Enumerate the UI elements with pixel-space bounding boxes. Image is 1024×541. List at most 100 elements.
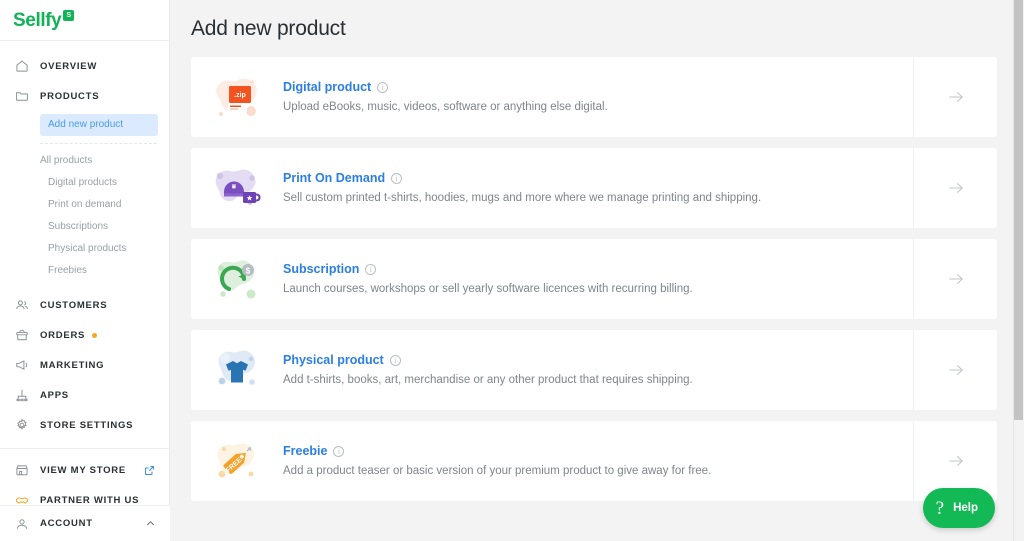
logo-badge-icon: S	[63, 9, 75, 21]
sidebar-item-account[interactable]: ACCOUNT	[0, 505, 170, 541]
card-title[interactable]: Physical product	[283, 353, 384, 367]
card-description: Launch courses, workshops or sell yearly…	[283, 283, 693, 295]
cap-and-mug-illustration	[215, 169, 261, 205]
card-body: Freebie i Add a product teaser or basic …	[283, 421, 913, 501]
sidebar-subitem-physical-products[interactable]: Physical products	[0, 238, 169, 260]
card-description: Add a product teaser or basic version of…	[283, 465, 712, 477]
card-illustration	[191, 148, 283, 228]
sidebar-nav: OVERVIEW PRODUCTS Add new product All pr…	[0, 41, 169, 515]
sidebar-subitem-freebies[interactable]: Freebies	[0, 260, 169, 282]
arrow-right-icon[interactable]	[913, 330, 997, 410]
sidebar-item-marketing[interactable]: MARKETING	[0, 350, 169, 380]
sidebar-item-apps[interactable]: APPS	[0, 380, 169, 410]
arrow-right-icon[interactable]	[913, 57, 997, 137]
recurring-payment-illustration: $	[217, 260, 256, 299]
main-content: Add new product .zip Digital product i U…	[170, 0, 1024, 541]
card-header: Digital product i	[283, 80, 913, 94]
vertical-scrollbar[interactable]	[1013, 0, 1024, 541]
scrollbar-thumb[interactable]	[1014, 0, 1023, 420]
sidebar-item-overview[interactable]: OVERVIEW	[0, 51, 169, 81]
info-icon[interactable]: i	[391, 172, 403, 184]
sidebar-item-label: PRODUCTS	[40, 90, 100, 102]
product-type-card-physical-product[interactable]: Physical product i Add t-shirts, books, …	[191, 330, 997, 410]
card-title[interactable]: Freebie	[283, 444, 327, 458]
card-illustration	[191, 330, 283, 410]
svg-text:$: $	[246, 266, 251, 275]
card-body: Digital product i Upload eBooks, music, …	[283, 57, 913, 137]
sidebar: Sellfy S OVERVIEW PRODUCTS Add new produ…	[0, 0, 170, 541]
zip-file-illustration: .zip	[216, 78, 257, 117]
orders-notification-badge	[92, 332, 98, 338]
card-title[interactable]: Digital product	[283, 80, 371, 94]
card-description: Sell custom printed t-shirts, hoodies, m…	[283, 192, 762, 204]
product-type-list: .zip Digital product i Upload eBooks, mu…	[170, 41, 1024, 501]
megaphone-icon	[13, 357, 30, 374]
question-mark-icon: ?	[935, 497, 945, 519]
card-title[interactable]: Print On Demand	[283, 171, 385, 185]
product-type-card-print-on-demand[interactable]: Print On Demand i Sell custom printed t-…	[191, 148, 997, 228]
apps-icon	[13, 387, 30, 404]
info-icon[interactable]: i	[365, 263, 377, 275]
card-description: Add t-shirts, books, art, merchandise or…	[283, 374, 693, 386]
info-icon[interactable]: i	[333, 445, 345, 457]
external-link-icon[interactable]	[144, 465, 155, 476]
card-description: Upload eBooks, music, videos, software o…	[283, 101, 608, 113]
gear-icon	[13, 417, 30, 434]
info-icon[interactable]: i	[377, 81, 389, 93]
logo-wordmark: Sellfy	[13, 9, 62, 31]
app-root: Sellfy S OVERVIEW PRODUCTS Add new produ…	[0, 0, 1024, 541]
store-icon	[13, 462, 30, 479]
svg-text:.zip: .zip	[234, 92, 246, 99]
arrow-right-icon[interactable]	[913, 239, 997, 319]
free-tag-illustration: FREE	[217, 443, 254, 478]
page-title: Add new product	[191, 17, 346, 40]
card-body: Subscription i Launch courses, workshops…	[283, 239, 913, 319]
arrow-right-icon[interactable]	[913, 148, 997, 228]
card-body: Physical product i Add t-shirts, books, …	[283, 330, 913, 410]
sidebar-item-label: ORDERS	[40, 329, 86, 341]
sidebar-divider	[0, 448, 169, 449]
folder-icon	[13, 88, 30, 105]
user-icon	[13, 515, 30, 532]
sidebar-subitem-digital-products[interactable]: Digital products	[0, 172, 169, 194]
submenu-divider	[40, 143, 157, 144]
sidebar-subitem-subscriptions[interactable]: Subscriptions	[0, 216, 169, 238]
card-illustration: .zip	[191, 57, 283, 137]
card-body: Print On Demand i Sell custom printed t-…	[283, 148, 913, 228]
orders-icon	[13, 327, 30, 344]
sidebar-item-label: MARKETING	[40, 359, 105, 371]
sidebar-item-store-settings[interactable]: STORE SETTINGS	[0, 410, 169, 440]
sidebar-item-label: APPS	[40, 389, 69, 401]
logo-area: Sellfy S	[0, 0, 169, 41]
product-type-card-freebie[interactable]: FREE Freebie i Add a product teaser or b…	[191, 421, 997, 501]
card-header: Subscription i	[283, 262, 913, 276]
sidebar-item-orders[interactable]: ORDERS	[0, 320, 169, 350]
sidebar-subitem-add-new-product[interactable]: Add new product	[40, 114, 158, 136]
card-header: Print On Demand i	[283, 171, 913, 185]
card-header: Freebie i	[283, 444, 913, 458]
card-illustration: FREE	[191, 421, 283, 501]
sidebar-subitem-print-on-demand[interactable]: Print on demand	[0, 194, 169, 216]
tshirt-illustration	[218, 350, 255, 385]
sidebar-item-view-my-store[interactable]: VIEW MY STORE	[0, 455, 169, 485]
product-type-card-subscription[interactable]: $ Subscription i Launch courses, worksho…	[191, 239, 997, 319]
customers-icon	[13, 297, 30, 314]
card-illustration: $	[191, 239, 283, 319]
sidebar-item-label: STORE SETTINGS	[40, 419, 134, 431]
sellfy-logo[interactable]: Sellfy S	[13, 9, 75, 31]
sidebar-item-label: OVERVIEW	[40, 60, 98, 72]
card-title[interactable]: Subscription	[283, 262, 359, 276]
sidebar-item-label: VIEW MY STORE	[40, 464, 126, 476]
sidebar-item-customers[interactable]: CUSTOMERS	[0, 290, 169, 320]
sidebar-subitem-all-products[interactable]: All products	[0, 150, 169, 172]
help-button-label: Help	[953, 502, 978, 514]
sidebar-item-label: PARTNER WITH US	[40, 494, 140, 506]
help-button[interactable]: ? Help	[922, 488, 995, 528]
sidebar-item-label: CUSTOMERS	[40, 299, 108, 311]
card-header: Physical product i	[283, 353, 913, 367]
sidebar-item-products[interactable]: PRODUCTS	[0, 81, 169, 111]
home-icon	[13, 58, 30, 75]
info-icon[interactable]: i	[389, 354, 401, 366]
product-type-card-digital-product[interactable]: .zip Digital product i Upload eBooks, mu…	[191, 57, 997, 137]
chevron-up-icon[interactable]	[145, 518, 156, 529]
